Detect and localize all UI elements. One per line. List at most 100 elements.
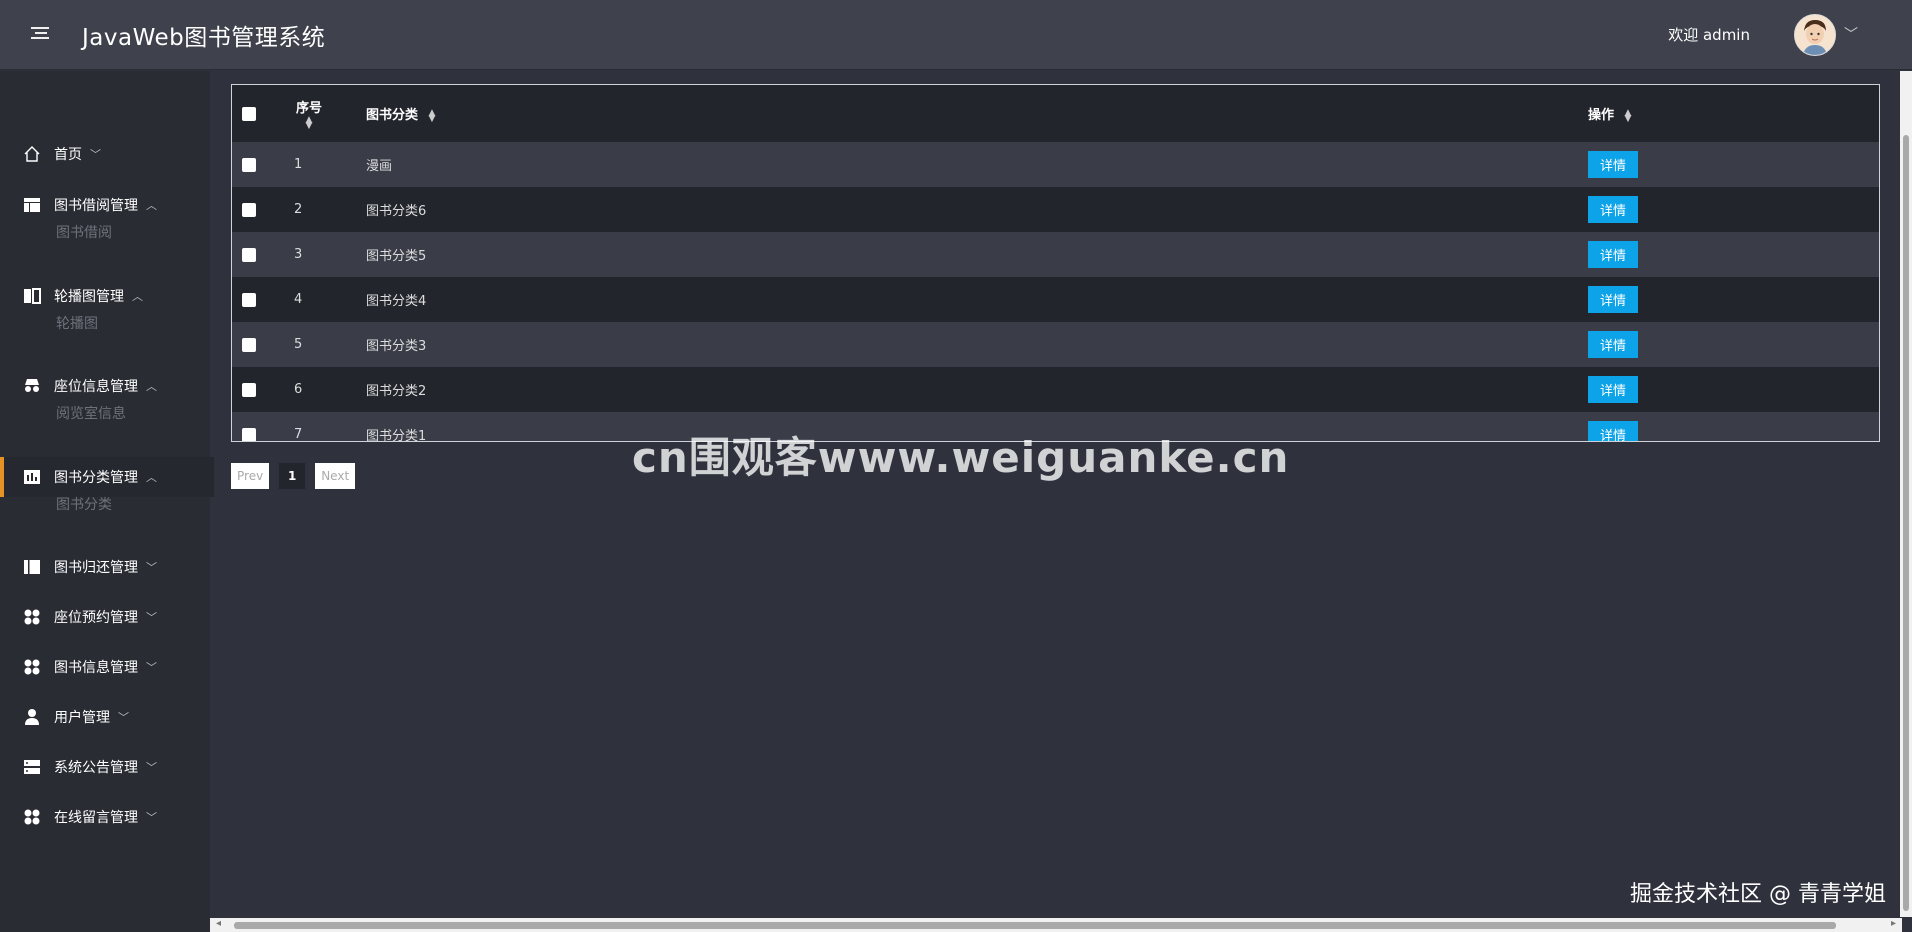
sidebar-item-label: 在线留言管理 [54, 810, 138, 826]
next-page-button[interactable]: Next [315, 463, 356, 489]
home-icon [22, 144, 42, 164]
sidebar-item-home[interactable]: 首页 ﹀ [0, 134, 210, 174]
chevron-up-icon: ︿ [146, 380, 157, 393]
sidebar-item-label: 系统公告管理 [54, 760, 138, 776]
sidebar: 首页 ﹀ 图书借阅管理 ︿ 图书借阅 轮播图管理 ︿ 轮播图 座位信息管理 ︿ … [0, 71, 214, 932]
welcome-text[interactable]: 欢迎 admin [1668, 24, 1750, 45]
grid-dots-icon [22, 807, 42, 827]
prev-page-button[interactable]: Prev [231, 463, 270, 489]
sidebar-subitem-reading-room[interactable]: 阅览室信息 [56, 403, 126, 423]
chevron-up-icon: ︿ [146, 199, 157, 212]
header-index[interactable]: 序号 ▲ ▼ [293, 85, 365, 142]
pagination: Prev 1 Next [231, 463, 365, 489]
detail-button[interactable]: 详情 [1588, 151, 1639, 178]
header-action[interactable]: 操作 ▲ ▼ [1587, 85, 1879, 142]
chevron-up-icon: ︿ [146, 471, 157, 484]
sidebar-item-borrow[interactable]: 图书借阅管理 ︿ [0, 185, 210, 225]
sidebar-item-seat-info[interactable]: 座位信息管理 ︿ [0, 366, 210, 406]
row-category: 图书分类3 [366, 339, 427, 354]
chevron-down-icon: ﹀ [146, 611, 157, 624]
sidebar-item-announcements[interactable]: 系统公告管理 ﹀ [0, 747, 210, 787]
sidebar-item-label: 图书归还管理 [54, 560, 138, 576]
sidebar-item-book-info[interactable]: 图书信息管理 ﹀ [0, 647, 210, 687]
grid-dots-icon [22, 657, 42, 677]
header-index-label: 序号 [295, 100, 322, 116]
chevron-down-icon: ﹀ [146, 811, 157, 824]
table-row: 3 图书分类5 详情 [232, 232, 1879, 277]
row-checkbox[interactable] [242, 337, 256, 352]
sidebar-item-carousel[interactable]: 轮播图管理 ︿ [0, 276, 210, 316]
table-row: 2 图书分类6 详情 [232, 187, 1879, 232]
sidebar-subitem-category[interactable]: 图书分类 [56, 494, 112, 514]
detail-button[interactable]: 详情 [1588, 331, 1639, 358]
server-icon [22, 757, 42, 777]
table-row: 4 图书分类4 详情 [232, 277, 1879, 322]
user-icon [22, 707, 42, 727]
sidebar-item-label: 图书分类管理 [54, 470, 138, 486]
sidebar-item-label: 座位预约管理 [54, 610, 138, 626]
credit-watermark: 掘金技术社区 @ 青青学姐 [1630, 882, 1886, 907]
row-checkbox[interactable] [242, 382, 256, 397]
sidebar-item-users[interactable]: 用户管理 ﹀ [0, 697, 210, 737]
sidebar-item-label: 座位信息管理 [54, 379, 138, 395]
row-index: 1 [294, 157, 303, 172]
row-checkbox[interactable] [242, 157, 256, 172]
sidebar-item-category[interactable]: 图书分类管理 ︿ [0, 457, 214, 497]
sidebar-subitem-carousel[interactable]: 轮播图 [56, 313, 98, 333]
sidebar-item-label: 轮播图管理 [54, 289, 124, 305]
sort-icon[interactable]: ▲ ▼ [306, 116, 313, 131]
main-content: 序号 ▲ ▼ 图书分类 ▲ ▼ 操作 ▲ ▼ 1 漫画 详情 2 图书分类6 详… [210, 71, 1902, 917]
detail-button[interactable]: 详情 [1588, 376, 1639, 403]
table-row: 5 图书分类3 详情 [232, 322, 1879, 367]
watermark-text: cn围观客www.weiguanke.cn [632, 433, 1290, 482]
sidebar-item-return[interactable]: 图书归还管理 ﹀ [0, 547, 210, 587]
row-category: 图书分类6 [366, 204, 427, 219]
user-chevron-down-icon[interactable]: ﹀ [1844, 24, 1858, 44]
table-icon [22, 195, 42, 215]
vertical-scroll-thumb[interactable] [1903, 135, 1909, 911]
detail-button[interactable]: 详情 [1588, 286, 1639, 313]
row-checkbox[interactable] [242, 202, 256, 217]
row-checkbox[interactable] [242, 427, 256, 441]
row-checkbox[interactable] [242, 292, 256, 307]
chevron-down-icon: ﹀ [146, 661, 157, 674]
row-category: 图书分类1 [366, 429, 427, 442]
row-category: 图书分类5 [366, 249, 427, 264]
row-category: 漫画 [366, 159, 393, 174]
scroll-right-arrow-icon[interactable]: ▸ [1891, 918, 1896, 929]
header-category-label: 图书分类 [366, 108, 419, 123]
table-row: 6 图书分类2 详情 [232, 367, 1879, 412]
detail-button[interactable]: 详情 [1588, 241, 1639, 268]
sidebar-subitem-borrow[interactable]: 图书借阅 [56, 222, 112, 242]
row-checkbox[interactable] [242, 247, 256, 262]
header-category[interactable]: 图书分类 ▲ ▼ [365, 85, 1587, 142]
row-index: 5 [294, 337, 303, 352]
vertical-scrollbar[interactable] [1900, 71, 1912, 917]
row-category: 图书分类2 [366, 384, 427, 399]
row-index: 7 [294, 427, 303, 442]
sidebar-item-seat-booking[interactable]: 座位预约管理 ﹀ [0, 597, 210, 637]
detail-button[interactable]: 详情 [1588, 421, 1639, 441]
scroll-left-arrow-icon[interactable]: ◂ [216, 918, 221, 929]
current-page-button[interactable]: 1 [279, 463, 306, 489]
hamburger-menu-icon[interactable] [31, 24, 49, 42]
select-all-checkbox[interactable] [242, 106, 256, 121]
sort-icon[interactable]: ▲ ▼ [1625, 108, 1632, 123]
incognito-icon [22, 376, 42, 396]
row-index: 2 [294, 202, 303, 217]
book-icon [22, 557, 42, 577]
detail-button[interactable]: 详情 [1588, 196, 1639, 223]
header-action-label: 操作 [1588, 108, 1615, 123]
chevron-down-icon: ﹀ [146, 561, 157, 574]
avatar[interactable] [1794, 14, 1836, 56]
horizontal-scrollbar[interactable]: ◂ ▸ [210, 918, 1902, 932]
sort-icon[interactable]: ▲ ▼ [429, 108, 436, 123]
top-header: JavaWeb图书管理系统 欢迎 admin ﹀ [0, 0, 1912, 70]
chevron-up-icon: ︿ [132, 290, 143, 303]
horizontal-scroll-thumb[interactable] [234, 922, 1836, 929]
category-table: 序号 ▲ ▼ 图书分类 ▲ ▼ 操作 ▲ ▼ 1 漫画 详情 2 图书分类6 详… [231, 84, 1880, 442]
columns-icon [22, 286, 42, 306]
sidebar-item-messages[interactable]: 在线留言管理 ﹀ [0, 797, 210, 837]
sidebar-item-label: 用户管理 [54, 710, 110, 726]
row-index: 6 [294, 382, 303, 397]
